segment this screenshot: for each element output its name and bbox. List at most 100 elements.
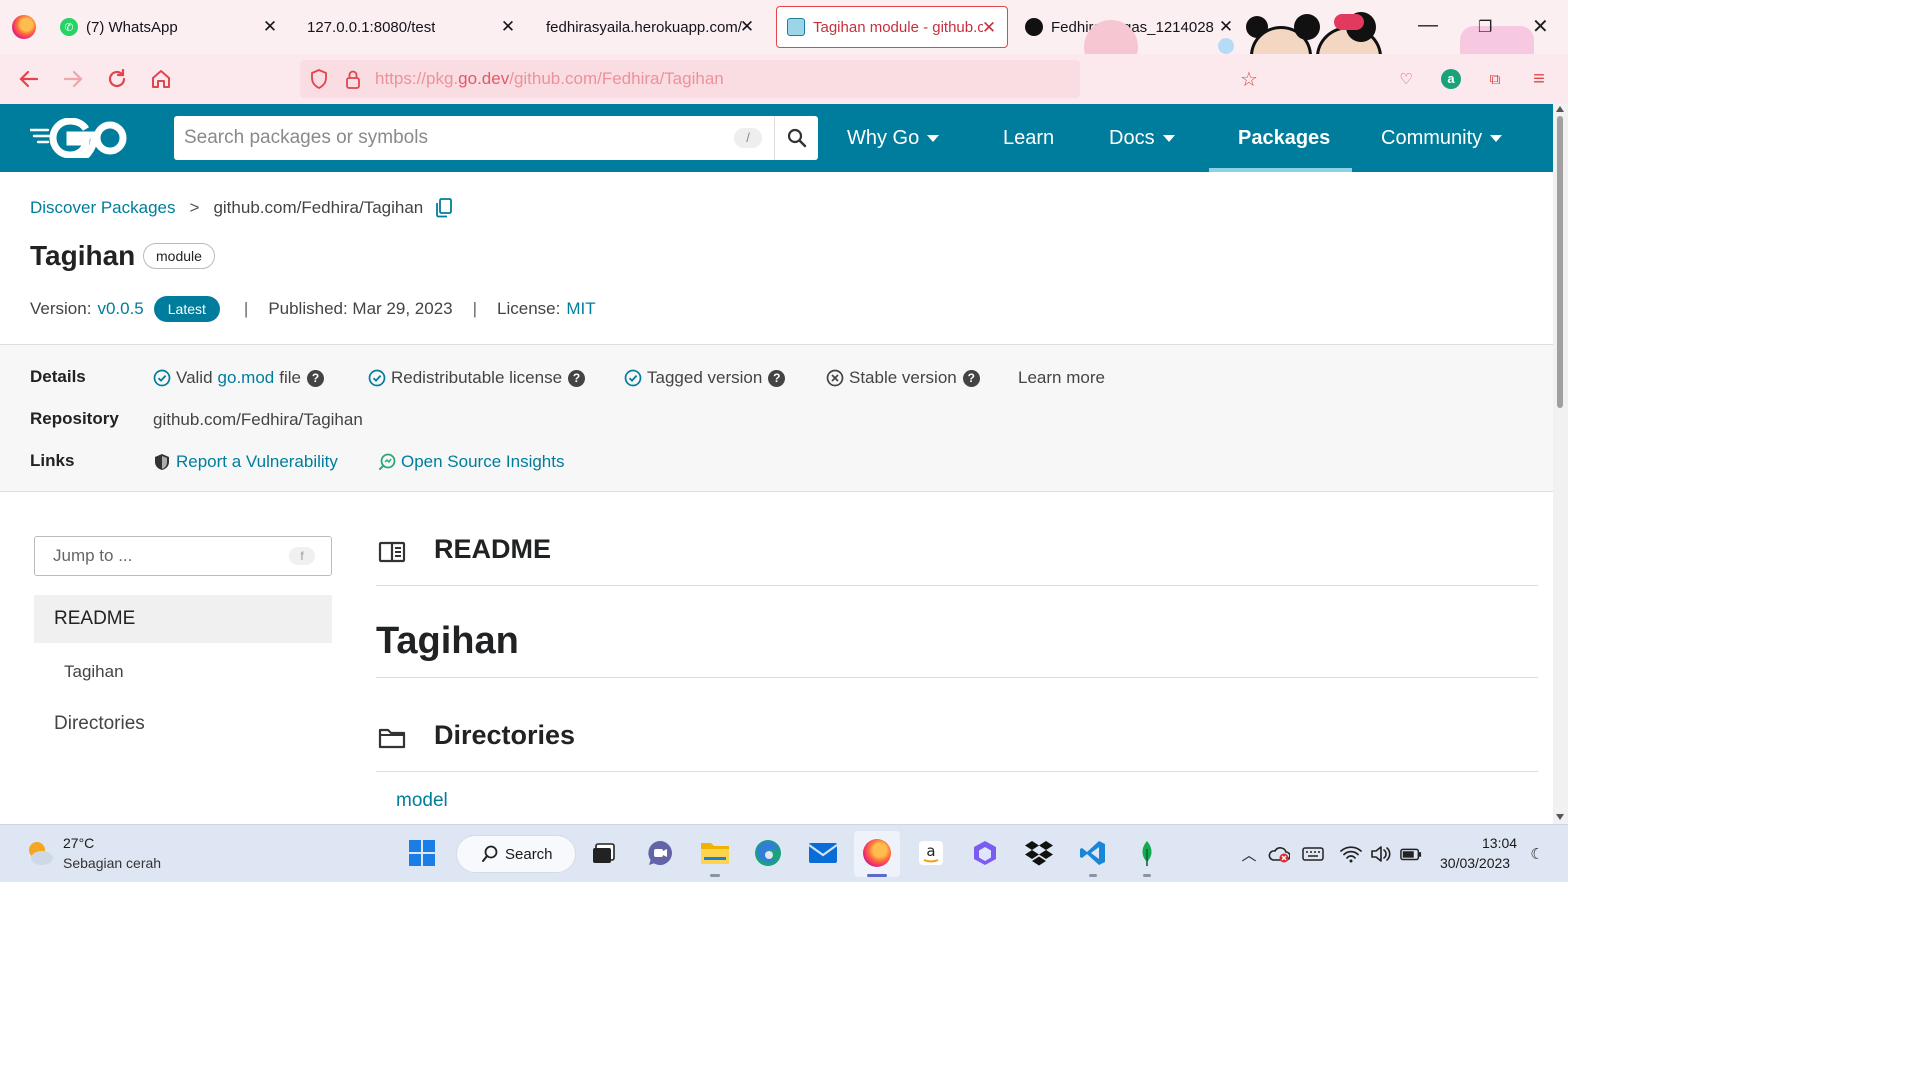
help-icon[interactable]: ? (568, 369, 586, 387)
amazon-button[interactable]: a (915, 837, 947, 869)
learn-more-link[interactable]: Learn more (1018, 368, 1105, 388)
version-link[interactable]: v0.0.5 (97, 299, 143, 319)
file-explorer-button[interactable] (699, 837, 731, 869)
taskbar-search[interactable]: Search (456, 835, 576, 873)
volume-icon[interactable] (1370, 843, 1392, 865)
sidebar-item-readme[interactable]: README (34, 595, 332, 643)
close-tab-icon[interactable]: ✕ (979, 18, 999, 38)
jump-to-input[interactable] (53, 537, 273, 575)
wifi-icon[interactable] (1340, 843, 1362, 865)
amazon-extension-icon[interactable]: a (1440, 68, 1462, 90)
directories-heading: Directories (434, 720, 576, 750)
copy-path-icon[interactable] (435, 198, 453, 218)
help-icon[interactable]: ? (306, 369, 324, 387)
check-stable-version: Stable version ? (826, 368, 980, 388)
forward-button[interactable] (58, 64, 88, 94)
dropbox-button[interactable] (1023, 837, 1055, 869)
tab-tagihan-module[interactable]: Tagihan module - github.c ✕ (776, 6, 1008, 48)
firefox-menu-icon[interactable] (12, 15, 36, 39)
clock-time[interactable]: 13:04 (1482, 835, 1517, 851)
leaf-icon (1142, 841, 1152, 866)
close-tab-icon[interactable]: ✕ (737, 17, 757, 37)
license-link[interactable]: MIT (566, 299, 595, 319)
pocket-icon[interactable]: ♡ (1395, 68, 1417, 90)
task-view-button[interactable] (588, 837, 620, 869)
breadcrumb-discover-packages[interactable]: Discover Packages (30, 198, 176, 218)
nav-community[interactable]: Community (1381, 104, 1503, 172)
scroll-up-icon[interactable] (1556, 106, 1564, 112)
bookmark-star-icon[interactable]: ☆ (1238, 68, 1260, 91)
sidebar-item-tagihan[interactable]: Tagihan (64, 662, 124, 682)
directory-link-model[interactable]: model (396, 790, 448, 812)
address-bar[interactable]: https://pkg.go.dev/github.com/Fedhira/Ta… (300, 60, 1080, 98)
vscode-button[interactable] (1077, 837, 1109, 869)
battery-icon[interactable] (1400, 843, 1422, 865)
go-logo[interactable] (28, 117, 130, 166)
url-path: /github.com/Fedhira/Tagihan (509, 69, 724, 88)
page-scrollbar[interactable] (1553, 104, 1568, 824)
amazon-icon: a (919, 841, 943, 865)
mongodb-compass-button[interactable] (1131, 837, 1163, 869)
close-window-icon[interactable]: ✕ (1532, 14, 1549, 39)
mail-button[interactable] (807, 837, 839, 869)
close-tab-icon[interactable]: ✕ (498, 17, 518, 37)
start-button[interactable] (406, 837, 438, 869)
nav-label: Packages (1238, 126, 1331, 149)
help-icon[interactable]: ? (768, 369, 786, 387)
open-source-insights-link[interactable]: Open Source Insights (378, 452, 564, 472)
minimize-icon[interactable]: — (1418, 14, 1438, 37)
nav-docs[interactable]: Docs (1109, 104, 1175, 172)
tab-heroku-app[interactable]: fedhirasyaila.herokuapp.com/t ✕ (537, 6, 765, 48)
svg-text:a: a (926, 842, 935, 860)
reload-icon (108, 68, 126, 88)
report-vulnerability-link[interactable]: Report a Vulnerability (153, 452, 338, 472)
keyboard-icon[interactable] (1302, 843, 1324, 865)
nav-learn[interactable]: Learn (1003, 104, 1054, 172)
show-hidden-icons-chevron[interactable]: ︿ (1238, 843, 1260, 865)
scroll-down-icon[interactable] (1556, 814, 1564, 820)
edge-button[interactable] (752, 837, 784, 869)
running-indicator (867, 874, 887, 877)
tab-title: fedhirasyaila.herokuapp.com/t (546, 18, 742, 36)
insights-icon (379, 453, 396, 470)
back-button[interactable] (14, 64, 44, 94)
search-icon (787, 128, 806, 148)
teams-chat-button[interactable] (644, 837, 676, 869)
onedrive-icon[interactable] (1268, 843, 1290, 865)
nav-why-go[interactable]: Why Go (847, 104, 940, 172)
search-button[interactable] (774, 116, 818, 160)
sidebar-item-directories[interactable]: Directories (54, 713, 145, 735)
copilot-button[interactable] (969, 837, 1001, 869)
windows-logo-icon (409, 840, 435, 866)
nav-packages[interactable]: Packages (1238, 104, 1330, 172)
app-menu-icon[interactable]: ≡ (1528, 68, 1550, 90)
notification-moon-icon[interactable]: ☾ (1526, 843, 1548, 865)
home-button[interactable] (146, 64, 176, 94)
check-tagged-version: Tagged version ? (624, 368, 786, 388)
chat-icon (648, 841, 672, 865)
shield-icon[interactable] (308, 68, 330, 90)
search-icon (482, 845, 498, 862)
firefox-taskbar-button[interactable] (861, 837, 893, 869)
check-valid-gomod: Valid go.mod file ? (153, 368, 324, 388)
lock-icon[interactable] (342, 68, 364, 90)
gomod-link[interactable]: go.mod (218, 368, 275, 388)
open-source-insights-text: Open Source Insights (401, 452, 565, 471)
help-icon[interactable]: ? (962, 369, 980, 387)
search-input[interactable] (184, 116, 744, 160)
weather-temperature: 27°C (63, 835, 95, 851)
tab-localhost-test[interactable]: 127.0.0.1:8080/test ✕ (298, 6, 526, 48)
restore-icon[interactable]: ❐ (1478, 17, 1492, 37)
package-search: / (174, 116, 818, 160)
forward-arrow-icon (63, 70, 83, 88)
reload-button[interactable] (102, 64, 132, 94)
extensions-icon[interactable]: ⧉ (1484, 68, 1506, 90)
repository-link[interactable]: github.com/Fedhira/Tagihan (153, 410, 363, 430)
close-tab-icon[interactable]: ✕ (1216, 17, 1236, 37)
tab-title: Fedhira/Tugas_1214028 (1051, 18, 1214, 36)
close-tab-icon[interactable]: ✕ (260, 17, 280, 37)
tab-whatsapp[interactable]: ✆ (7) WhatsApp ✕ (60, 6, 288, 48)
mail-icon (808, 843, 838, 863)
clock-date[interactable]: 30/03/2023 (1440, 855, 1510, 871)
scroll-thumb[interactable] (1557, 116, 1563, 408)
